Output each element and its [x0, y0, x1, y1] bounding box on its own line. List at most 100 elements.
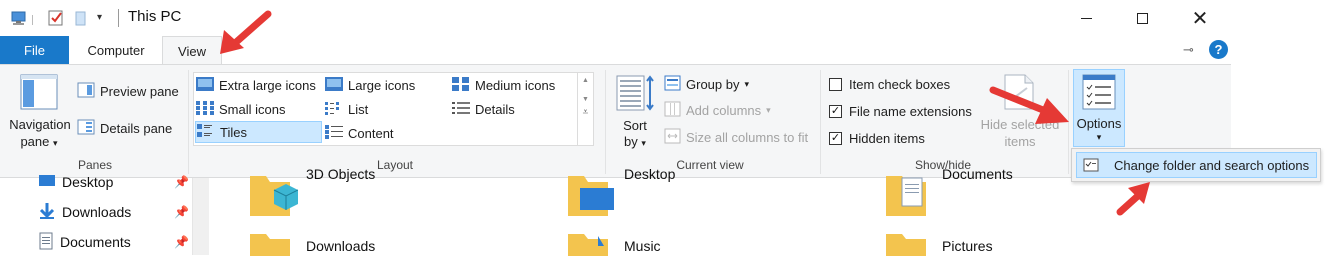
size-columns-icon: [664, 128, 681, 147]
layout-item-label: Tiles: [220, 124, 247, 140]
pin-icon[interactable]: 📌: [174, 175, 189, 189]
layout-item-label: Details: [475, 101, 515, 117]
chevron-down-icon: ▾: [53, 138, 58, 148]
hide-selected-label-2: items: [1004, 134, 1036, 149]
sort-by-icon: [616, 74, 656, 115]
add-columns-icon: [664, 101, 681, 120]
change-folder-options-menu-item[interactable]: Change folder and search options: [1076, 152, 1317, 178]
item-check-boxes-toggle[interactable]: Item check boxes: [829, 77, 950, 92]
tab-view[interactable]: View: [162, 36, 222, 65]
expand-gallery-icon[interactable]: ⩡: [578, 107, 593, 118]
sort-by-button[interactable]: Sort by ▾: [613, 70, 659, 152]
help-icon[interactable]: ?: [1209, 40, 1228, 59]
chevron-down-icon: ▾: [641, 138, 646, 148]
folder-icon: [250, 172, 299, 221]
scroll-up-icon[interactable]: ▲: [578, 77, 593, 84]
layout-tiles[interactable]: Tiles: [195, 121, 322, 143]
folder-label[interactable]: Documents: [942, 166, 1013, 182]
hidden-items-label: Hidden items: [849, 131, 925, 146]
minimize-icon: [1080, 17, 1092, 19]
title-separator: [118, 9, 119, 27]
layout-item-label: Medium icons: [475, 77, 556, 93]
sort-by-label-2-row: by ▾: [613, 134, 657, 149]
minimize-button[interactable]: [1063, 4, 1109, 32]
change-folder-options-label: Change folder and search options: [1114, 158, 1310, 173]
nav-item-downloads[interactable]: Downloads: [38, 200, 131, 224]
hidden-items-toggle[interactable]: ✓ Hidden items: [829, 131, 925, 146]
close-icon: ✕: [1191, 7, 1209, 30]
navigation-pane-icon: [20, 74, 58, 113]
layout-small-icons[interactable]: Small icons: [196, 98, 285, 120]
new-folder-icon[interactable]: [73, 9, 91, 27]
chevron-down-icon: ▾: [744, 79, 750, 89]
hide-selected-items-button[interactable]: Hide selected items: [975, 70, 1065, 152]
content-icon: [325, 124, 343, 142]
medium-icons-icon: [452, 76, 470, 94]
details-pane-icon: [77, 119, 95, 138]
nav-item-label: Downloads: [62, 204, 132, 220]
folder-options-icon: [1083, 158, 1099, 175]
layout-item-label: Large icons: [348, 77, 416, 93]
layout-details[interactable]: Details: [452, 98, 515, 120]
layout-large-icons[interactable]: Large icons: [325, 74, 415, 96]
preview-pane-icon: [77, 82, 95, 101]
nav-item-label: Documents: [60, 234, 131, 250]
scroll-down-icon[interactable]: ▼: [578, 96, 593, 103]
details-pane-button[interactable]: Details pane: [77, 119, 172, 138]
layout-extra-large-icons[interactable]: Extra large icons: [196, 74, 316, 96]
preview-pane-button[interactable]: Preview pane: [77, 82, 179, 101]
tab-computer[interactable]: Computer: [76, 36, 156, 64]
options-label: Options: [1076, 116, 1122, 131]
pin-ribbon-icon[interactable]: ⊸: [1183, 42, 1194, 58]
nav-item-desktop[interactable]: Desktop: [38, 170, 113, 194]
group-divider: [1068, 70, 1069, 174]
layout-gallery-scrollbar[interactable]: ▲ ▼ ⩡: [578, 72, 594, 146]
group-divider: [605, 70, 606, 174]
options-button[interactable]: Options ▾: [1073, 69, 1125, 147]
size-all-columns-button[interactable]: Size all columns to fit: [664, 128, 808, 147]
item-check-boxes-checkbox[interactable]: [829, 78, 842, 91]
details-icon: [452, 101, 470, 118]
details-pane-label: Details pane: [100, 121, 173, 136]
desktop-icon: [38, 173, 56, 192]
folder-label[interactable]: Desktop: [624, 166, 675, 182]
properties-icon[interactable]: [47, 9, 65, 27]
folder-label[interactable]: Downloads: [306, 238, 375, 254]
file-name-extensions-checkbox[interactable]: ✓: [829, 105, 842, 118]
group-by-button[interactable]: Group by ▾: [664, 75, 749, 94]
nav-item-label: Desktop: [62, 174, 114, 190]
annotation-arrow-icon: [1116, 182, 1150, 216]
navigation-pane-button[interactable]: Navigation pane ▾: [6, 70, 72, 152]
list-icon: [325, 101, 343, 118]
file-name-extensions-toggle[interactable]: ✓ File name extensions: [829, 104, 972, 119]
window-title: This PC: [128, 8, 182, 25]
hide-selected-label-1: Hide selected: [980, 117, 1060, 132]
add-columns-button[interactable]: Add columns ▾: [664, 101, 771, 120]
download-arrow-icon: [38, 202, 56, 223]
folder-icon: [568, 234, 616, 259]
add-columns-label: Add columns: [686, 103, 762, 118]
tab-file[interactable]: File: [0, 36, 69, 64]
customize-qat-icon[interactable]: ▾: [97, 12, 102, 23]
this-pc-icon: [10, 9, 28, 27]
navigation-pane-label-2-row: pane ▾: [14, 134, 64, 149]
nav-item-documents[interactable]: Documents: [38, 230, 131, 254]
preview-pane-label: Preview pane: [100, 84, 179, 99]
folder-label[interactable]: 3D Objects: [306, 166, 375, 182]
hidden-items-checkbox[interactable]: ✓: [829, 132, 842, 145]
folder-label[interactable]: Music: [624, 238, 661, 254]
sort-by-label-1: Sort: [623, 118, 647, 133]
group-divider: [188, 70, 189, 174]
folder-icon: [886, 234, 934, 259]
layout-medium-icons[interactable]: Medium icons: [452, 74, 555, 96]
layout-item-label: Content: [348, 125, 394, 141]
layout-content[interactable]: Content: [325, 122, 394, 144]
layout-list[interactable]: List: [325, 98, 368, 120]
item-check-boxes-label: Item check boxes: [849, 77, 951, 92]
pin-icon[interactable]: 📌: [174, 205, 189, 219]
close-button[interactable]: ✕: [1177, 4, 1223, 32]
folder-label[interactable]: Pictures: [942, 238, 993, 254]
pin-icon[interactable]: 📌: [174, 235, 189, 249]
navigation-pane-scrollbar[interactable]: [192, 178, 209, 255]
maximize-button[interactable]: [1119, 4, 1165, 32]
